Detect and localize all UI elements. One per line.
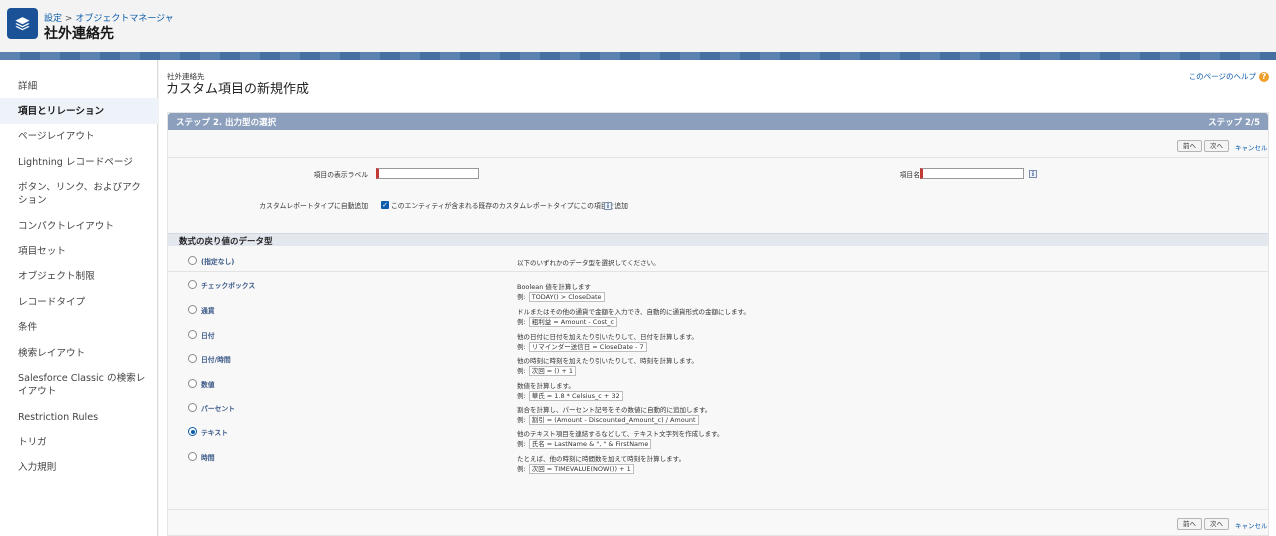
- sidebar-item-validation-rules[interactable]: 入力規則: [0, 461, 158, 474]
- radio-number[interactable]: [188, 379, 197, 388]
- step-title: ステップ 2. 出力型の選択: [176, 118, 277, 128]
- option-example-date: 例: リマインダー送信日 = CloseDate - 7: [517, 341, 647, 352]
- option-desc-checkbox: Boolean 値を計算します: [517, 283, 591, 291]
- sidebar-item-restriction-rules[interactable]: Restriction Rules: [0, 411, 158, 424]
- sidebar-item-classic-search-layouts[interactable]: Salesforce Classic の検索レイアウト: [0, 372, 150, 398]
- radio-percent[interactable]: [188, 403, 197, 412]
- divider: [168, 509, 1268, 510]
- help-link-label[interactable]: このページのヘルプ: [1189, 71, 1256, 82]
- option-desc-date: 他の日付に日付を加えたり引いたりして、日付を計算します。: [517, 333, 698, 341]
- sidebar-item-record-types[interactable]: レコードタイプ: [0, 296, 158, 309]
- option-desc-currency: ドルまたはその他の通貨で金額を入力でき、自動的に通貨形式の金額にします。: [517, 308, 750, 316]
- option-label-number: 数値: [201, 381, 215, 389]
- option-label-percent: パーセント: [201, 405, 235, 413]
- setup-header: 設定 > オブジェクトマネージャ 社外連絡先: [0, 0, 1276, 52]
- page-title: カスタム項目の新規作成: [166, 82, 310, 97]
- field-label-input[interactable]: [376, 168, 479, 179]
- sidebar-item-conditions[interactable]: 条件: [0, 321, 158, 334]
- option-example-text: 例: 氏名 = LastName & ", " & FirstName: [517, 438, 652, 449]
- radio-currency[interactable]: [188, 305, 197, 314]
- option-example-checkbox: 例: TODAY() > CloseDate: [517, 291, 605, 302]
- option-label-currency: 通貨: [201, 307, 215, 315]
- sidebar-item-buttons-links-actions[interactable]: ボタン、リンク、およびアクション: [0, 181, 150, 207]
- option-label-text: テキスト: [201, 429, 228, 437]
- cancel-link-bottom[interactable]: キャンセル: [1235, 520, 1268, 530]
- sidebar-item-object-limits[interactable]: オブジェクト制限: [0, 270, 158, 283]
- prev-button-bottom[interactable]: 前へ: [1177, 518, 1202, 530]
- main-content: 社外連絡先 カスタム項目の新規作成 このページのヘルプ ? ステップ 2. 出力…: [159, 60, 1276, 536]
- option-label-datetime: 日付/時間: [201, 356, 231, 364]
- option-desc-none: 以下のいずれかのデータ型を選択してください。: [517, 259, 660, 267]
- option-desc-percent: 割合を計算し、パーセント記号をその数値に自動的に追加します。: [517, 406, 712, 414]
- object-title: 社外連絡先: [44, 26, 114, 42]
- radio-none[interactable]: [188, 256, 197, 265]
- report-type-text: このエンティティが含まれる既存のカスタムレポートタイプにこの項目を追加: [391, 202, 628, 210]
- question-icon[interactable]: ?: [1259, 71, 1269, 82]
- report-type-label: カスタムレポートタイプに自動追加: [259, 202, 368, 210]
- help-link[interactable]: このページのヘルプ ?: [1189, 71, 1269, 82]
- cancel-link[interactable]: キャンセル: [1235, 142, 1268, 152]
- sidebar-item-search-layouts[interactable]: 検索レイアウト: [0, 347, 158, 360]
- option-label-time: 時間: [201, 454, 215, 462]
- sidebar-item-fields-relationships[interactable]: 項目とリレーション: [0, 98, 158, 124]
- option-desc-time: たとえば、他の時刻に時間数を加えて時刻を計算します。: [517, 455, 686, 463]
- step-bar: ステップ 2. 出力型の選択 ステップ 2/5: [168, 113, 1268, 130]
- object-sidebar: 詳細 項目とリレーション ページレイアウト Lightning レコードページ …: [0, 60, 158, 536]
- sidebar-item-page-layouts[interactable]: ページレイアウト: [0, 130, 158, 143]
- next-button-bottom[interactable]: 次へ: [1204, 518, 1229, 530]
- divider: [168, 157, 1268, 158]
- option-example-number: 例: 華氏 = 1.8 * Celsius_c + 32: [517, 390, 623, 401]
- radio-text[interactable]: [188, 427, 197, 436]
- sidebar-item-field-sets[interactable]: 項目セット: [0, 245, 158, 258]
- field-name-input[interactable]: [920, 168, 1024, 179]
- report-type-checkbox[interactable]: ✓: [381, 201, 389, 209]
- option-label-checkbox: チェックボックス: [201, 282, 256, 290]
- option-label-none: (指定なし): [201, 258, 235, 266]
- radio-date[interactable]: [188, 330, 197, 339]
- wizard-panel: ステップ 2. 出力型の選択 ステップ 2/5 前へ 次へ キャンセル 項目の表…: [167, 112, 1269, 536]
- section-header: 数式の戻り値のデータ型: [168, 233, 1268, 247]
- option-example-percent: 例: 割引 = (Amount - Discounted_Amount_c) / …: [517, 414, 699, 425]
- radio-datetime[interactable]: [188, 354, 197, 363]
- option-example-currency: 例: 粗利益 = Amount - Cost_c: [517, 316, 618, 327]
- next-button[interactable]: 次へ: [1204, 140, 1229, 152]
- option-desc-number: 数値を計算します。: [517, 382, 575, 390]
- sidebar-item-lightning-record-pages[interactable]: Lightning レコードページ: [0, 156, 158, 169]
- sidebar-item-details[interactable]: 詳細: [0, 80, 158, 93]
- layers-icon: [7, 8, 38, 39]
- divider: [168, 271, 1268, 272]
- option-label-date: 日付: [201, 332, 215, 340]
- field-label-label: 項目の表示ラベル: [313, 171, 368, 179]
- prev-button[interactable]: 前へ: [1177, 140, 1202, 152]
- header-banner: [0, 52, 1276, 60]
- option-example-time: 例: 次回 = TIMEVALUE(NOW()) + 1: [517, 463, 634, 474]
- info-icon[interactable]: i: [604, 202, 612, 210]
- option-desc-datetime: 他の時刻に時刻を加えたり引いたりして、時刻を計算します。: [517, 357, 698, 365]
- step-count: ステップ 2/5: [1208, 118, 1260, 128]
- radio-checkbox[interactable]: [188, 280, 197, 289]
- radio-time[interactable]: [188, 452, 197, 461]
- info-icon[interactable]: i: [1029, 170, 1037, 178]
- sidebar-item-compact-layouts[interactable]: コンパクトレイアウト: [0, 220, 158, 233]
- sidebar-item-triggers[interactable]: トリガ: [0, 436, 158, 449]
- option-example-datetime: 例: 次回 = () + 1: [517, 365, 577, 376]
- field-name-label: 項目名: [899, 171, 920, 179]
- option-desc-text: 他のテキスト項目を連結するなどして、テキスト文字列を作成します。: [517, 430, 724, 438]
- section-title: 数式の戻り値のデータ型: [179, 237, 273, 247]
